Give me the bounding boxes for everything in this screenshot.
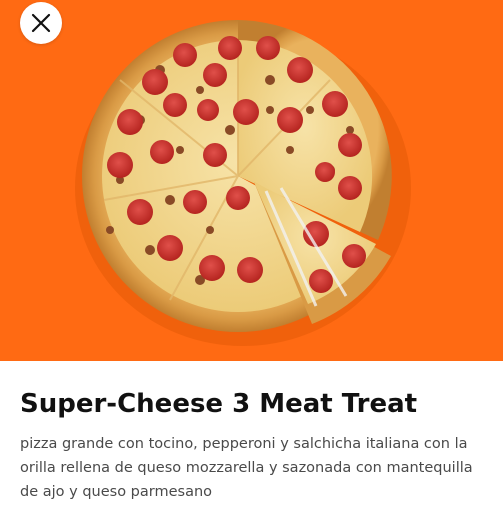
product-description: pizza grande con tocino, pepperoni y sal… (20, 436, 473, 500)
close-button[interactable] (20, 2, 62, 44)
pizza-image (75, 20, 411, 346)
hero-image-area (0, 0, 503, 361)
close-icon (31, 13, 51, 33)
product-title: Super-Cheese 3 Meat Treat (20, 389, 418, 419)
